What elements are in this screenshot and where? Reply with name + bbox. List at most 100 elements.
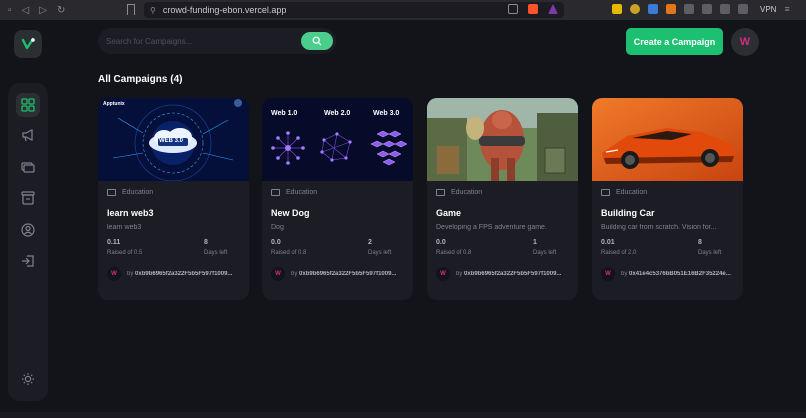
owner-avatar: W [436, 267, 450, 281]
raised-value: 0.0 [436, 239, 446, 246]
owner-avatar: W [601, 267, 615, 281]
folder-icon [436, 189, 445, 196]
raised-label: Raised of 0.8 [271, 250, 307, 256]
owner-address: by 0xb9b6965f2a322F5b5F597f1009... [127, 271, 233, 277]
campaign-image [592, 98, 743, 181]
days-label: Days left [698, 250, 722, 256]
theme-toggle[interactable] [16, 367, 40, 391]
owner-avatar: W [107, 267, 121, 281]
pen-extension-icon[interactable] [612, 4, 622, 14]
megaphone-icon [22, 129, 33, 142]
search-bar [98, 28, 336, 54]
create-campaign-button[interactable]: Create a Campaign [626, 28, 723, 55]
raised-label: Raised of 0.8 [436, 250, 472, 256]
search-icon [312, 36, 322, 46]
sidebar-item-dashboard[interactable] [16, 93, 40, 117]
wallet-icon[interactable] [738, 4, 748, 14]
folder-icon [107, 189, 116, 196]
reload-icon[interactable]: ↻ [57, 5, 65, 16]
withdraw-icon [21, 191, 35, 205]
image-overlay-text: WEB 3.0 [159, 138, 184, 144]
vpn-button[interactable]: VPN [760, 5, 776, 14]
raised-label: Raised of 2.0 [601, 250, 637, 256]
campaign-title: Building Car [601, 208, 655, 218]
image-label-web3: Web 3.0 [373, 110, 400, 117]
category: Education [271, 189, 404, 196]
brave-rewards-icon[interactable] [548, 4, 558, 14]
menu-icon[interactable]: ≡ [784, 4, 789, 14]
share-icon[interactable] [508, 4, 518, 14]
days-label: Days left [368, 250, 392, 256]
profile-icon [21, 223, 35, 237]
category: Education [107, 189, 240, 196]
image-label-web2: Web 2.0 [324, 110, 351, 117]
campaign-title: Game [436, 208, 462, 218]
search-button[interactable] [301, 32, 333, 50]
logo-icon [21, 37, 35, 50]
owner-address: by 0xb9b6965f2a322F5b5F597f1009... [291, 271, 397, 277]
horizontal-scrollbar[interactable] [0, 412, 806, 418]
search-input[interactable] [106, 34, 296, 48]
puzzle-icon[interactable] [684, 4, 694, 14]
folder-icon [271, 189, 280, 196]
category-label: Education [451, 189, 483, 196]
raised-value: 0.0 [271, 239, 281, 246]
dashboard-icon [21, 98, 35, 112]
category-label: Education [616, 189, 648, 196]
sidebar-item-withdraw[interactable] [16, 186, 40, 210]
raised-value: 0.01 [601, 239, 615, 246]
days-value: 1 [533, 239, 537, 246]
address-bar[interactable]: ⚲ crowd-funding-ebon.vercel.app [144, 2, 564, 18]
brave-shield-icon[interactable] [528, 4, 538, 14]
download-icon[interactable] [702, 4, 712, 14]
owner-address: by 0x41e4c5376bB051E16B2F35224e... [621, 271, 731, 277]
campaign-card[interactable]: Education Game Developing a FPS adventur… [427, 98, 578, 300]
sidebar-item-logout[interactable] [16, 249, 40, 273]
extension-icon[interactable] [630, 4, 640, 14]
bookmark-icon[interactable] [127, 4, 135, 15]
sidebar-item-profile[interactable] [16, 218, 40, 242]
metamask-icon[interactable] [666, 4, 676, 14]
forward-icon[interactable]: ▷ [39, 5, 47, 16]
sidebar-item-payment[interactable] [16, 155, 40, 179]
owner-avatar: W [271, 267, 285, 281]
campaign-image: Web 1.0 Web 2.0 Web 3.0 [262, 98, 413, 181]
app-logo[interactable] [14, 30, 42, 58]
site-info-icon[interactable]: ⚲ [150, 6, 156, 15]
owner-address: by 0xb9b6965f2a322F5b5F597f1009... [456, 271, 562, 277]
campaign-card[interactable]: Apptunix WEB 3.0 Education learn web3 le… [98, 98, 249, 300]
shield-extension-icon[interactable] [648, 4, 658, 14]
campaign-image: Apptunix WEB 3.0 [98, 98, 249, 181]
sidebar-item-campaign[interactable] [16, 123, 40, 147]
back-icon[interactable]: ◁ [22, 5, 30, 16]
campaign-card[interactable]: Education Building Car Building car from… [592, 98, 743, 300]
campaign-description: learn web3 [107, 224, 142, 231]
raised-value: 0.11 [107, 239, 121, 246]
campaign-image [427, 98, 578, 181]
category-label: Education [122, 189, 154, 196]
url-text: crowd-funding-ebon.vercel.app [162, 5, 287, 15]
days-value: 8 [698, 239, 702, 246]
image-logo-text: Apptunix [103, 101, 125, 107]
app-menu-icon[interactable]: ▫ [8, 5, 12, 16]
days-value: 2 [368, 239, 372, 246]
browser-toolbar: ▫ ◁ ▷ ↻ ⚲ crowd-funding-ebon.vercel.app … [0, 0, 806, 20]
category: Education [601, 189, 734, 196]
campaign-description: Developing a FPS adventure game. [436, 224, 547, 231]
campaign-description: Building car from scratch. Vision for... [601, 224, 717, 231]
days-label: Days left [204, 250, 228, 256]
sidebar-toggle-icon[interactable] [720, 4, 730, 14]
campaign-title: New Dog [271, 208, 310, 218]
days-label: Days left [533, 250, 557, 256]
campaign-card[interactable]: Web 1.0 Web 2.0 Web 3.0 Education New Do… [262, 98, 413, 300]
logout-icon [22, 255, 34, 267]
folder-icon [601, 189, 610, 196]
category-label: Education [286, 189, 318, 196]
campaign-title: learn web3 [107, 208, 154, 218]
days-value: 8 [204, 239, 208, 246]
sidebar [8, 83, 48, 401]
page-title: All Campaigns (4) [98, 74, 183, 85]
raised-label: Raised of 0.5 [107, 250, 143, 256]
user-avatar[interactable]: W [731, 28, 759, 56]
payment-icon [21, 162, 35, 173]
